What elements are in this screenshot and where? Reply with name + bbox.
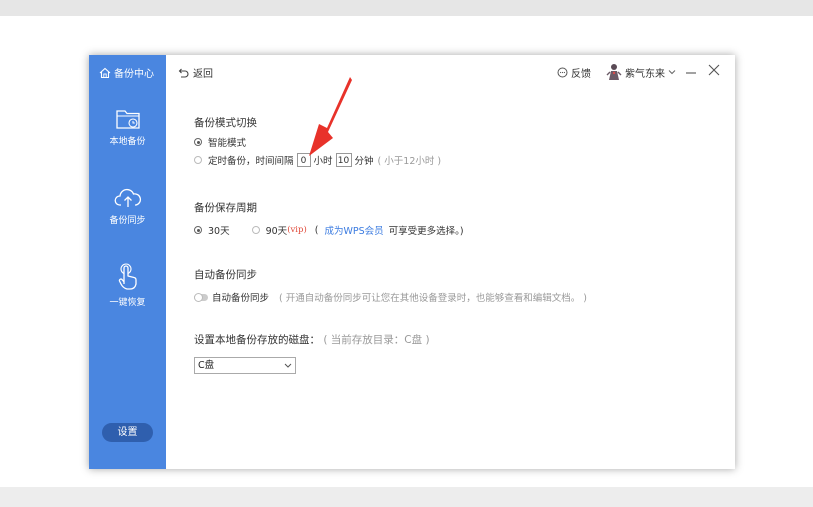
- home-icon: [99, 67, 111, 78]
- minutes-unit: 分钟: [354, 156, 374, 167]
- mode-section-title: 备份模式切换: [194, 117, 257, 129]
- chevron-down-icon: [284, 363, 292, 368]
- back-label: 返回: [193, 69, 213, 80]
- interval-hint: ( 小于12小时 ): [377, 156, 442, 167]
- sidebar-item-restore[interactable]: 一键恢复: [89, 262, 166, 308]
- auto-sync-toggle-label: 自动备份同步: [212, 293, 270, 304]
- sidebar-item-label: 本地备份: [109, 137, 146, 147]
- timed-backup-option: 定时备份，时间间隔 0 小时 10 分钟 ( 小于12小时 ): [194, 153, 441, 167]
- current-disk-hint: ( 当前存放目录：C盘 ): [323, 334, 430, 346]
- auto-sync-row: 自动备份同步 ( 开通自动备份同步可让您在其他设备登录时，也能够查看和编辑文档。…: [194, 290, 587, 304]
- disk-section-title: 设置本地备份存放的磁盘：: [194, 334, 320, 346]
- user-menu[interactable]: 紫气东来: [606, 63, 676, 81]
- settings-button[interactable]: 设置: [102, 423, 153, 442]
- back-button[interactable]: 返回: [178, 65, 213, 80]
- disk-select-value: C盘: [198, 360, 215, 371]
- timed-backup-label: 定时备份，时间间隔: [208, 156, 294, 167]
- become-member-link[interactable]: 成为WPS会员: [325, 223, 384, 237]
- brand: 备份中心: [99, 65, 154, 80]
- hand-pointer-icon: [118, 263, 137, 290]
- retention-90-radio[interactable]: [251, 226, 260, 234]
- timed-backup-radio[interactable]: [194, 156, 202, 164]
- feedback-label: 反馈: [571, 69, 591, 80]
- sidebar-item-backup-sync[interactable]: 备份同步: [89, 186, 166, 226]
- disk-section: 设置本地备份存放的磁盘： ( 当前存放目录：C盘 ): [194, 332, 430, 347]
- sidebar-item-label: 备份同步: [109, 216, 146, 226]
- retention-30-radio[interactable]: [194, 226, 202, 234]
- sidebar: 备份中心 本地备份 备份同步 一键恢复 设置: [89, 55, 166, 469]
- desktop-bottom-band: [0, 487, 813, 507]
- chat-bubble-icon: [557, 67, 568, 78]
- minutes-input[interactable]: 10: [335, 153, 352, 167]
- hours-unit: 小时: [313, 156, 333, 167]
- retention-options: 30天 90天 (vip) ( 成为WPS会员 可享受更多选择。): [194, 223, 464, 237]
- backup-center-window: 备份中心 本地备份 备份同步 一键恢复 设置 返回 反馈 紫气东来 备份模式切换…: [89, 55, 735, 469]
- auto-sync-toggle[interactable]: [194, 292, 208, 302]
- username: 紫气东来: [625, 68, 665, 80]
- hours-input[interactable]: 0: [296, 153, 311, 167]
- cloud-upload-icon: [114, 188, 141, 207]
- sidebar-item-label: 一键恢复: [109, 298, 146, 308]
- desktop-top-band: [0, 0, 813, 16]
- main-panel: 返回 反馈 紫气东来 备份模式切换 智能模式 定时备份，时间间隔 0 小时 10…: [166, 55, 735, 469]
- smart-mode-option[interactable]: 智能模式: [194, 135, 246, 149]
- retention-90-label: 90天: [265, 226, 288, 237]
- more-options-text: 可享受更多选择。): [388, 226, 464, 237]
- sidebar-item-local-backup[interactable]: 本地备份: [89, 107, 166, 147]
- retention-section-title: 备份保存周期: [194, 202, 257, 214]
- avatar-icon: [606, 64, 622, 80]
- brand-title: 备份中心: [114, 69, 154, 80]
- auto-sync-section-title: 自动备份同步: [194, 269, 257, 281]
- smart-mode-radio[interactable]: [194, 138, 202, 146]
- smart-mode-label: 智能模式: [208, 138, 247, 149]
- retention-30-label: 30天: [208, 226, 230, 237]
- undo-arrow-icon: [178, 68, 189, 78]
- feedback-button[interactable]: 反馈: [557, 65, 591, 80]
- disk-select[interactable]: C盘: [194, 357, 296, 374]
- close-icon[interactable]: [707, 63, 721, 77]
- folder-clock-icon: [115, 110, 140, 129]
- topbar: 返回 反馈 紫气东来: [166, 55, 735, 89]
- auto-sync-hint: ( 开通自动备份同步可让您在其他设备登录时，也能够查看和编辑文档。 ): [279, 293, 587, 304]
- paren-open: (: [314, 224, 319, 236]
- vip-tag: (vip): [287, 225, 307, 235]
- minimize-icon[interactable]: [684, 63, 698, 77]
- chevron-down-icon: [668, 70, 676, 75]
